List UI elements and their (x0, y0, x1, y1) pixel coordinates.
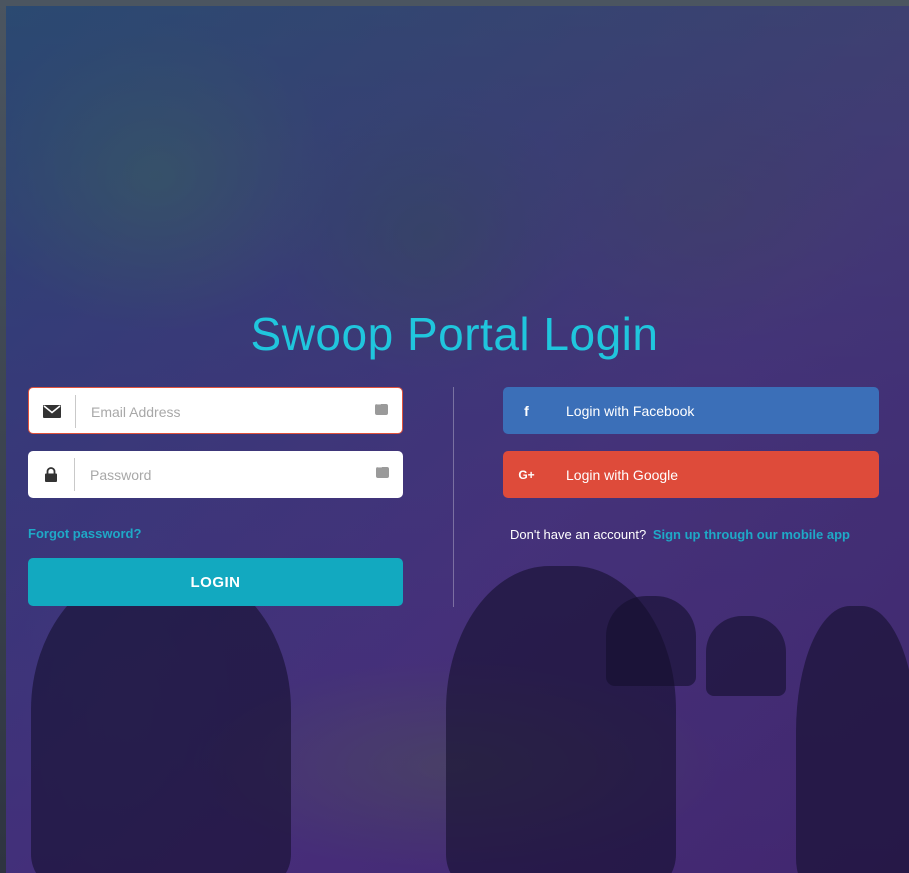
login-panel: Swoop Portal Login Forgot password? LOGI… (0, 0, 909, 873)
google-login-button[interactable]: G+ Login with Google (503, 451, 879, 498)
signup-prompt: Don't have an account? Sign up through o… (510, 527, 850, 542)
email-field[interactable] (28, 387, 403, 435)
envelope-icon (29, 395, 76, 428)
page-title: Swoop Portal Login (250, 307, 659, 360)
facebook-login-label: Login with Facebook (566, 402, 695, 419)
password-input[interactable] (88, 451, 362, 498)
facebook-icon: f (524, 402, 529, 419)
lock-icon (28, 458, 75, 491)
password-manager-icon[interactable] (376, 464, 389, 478)
password-field[interactable] (28, 451, 403, 498)
forgot-password-link[interactable]: Forgot password? (28, 526, 141, 541)
email-input[interactable] (89, 388, 363, 435)
facebook-login-button[interactable]: f Login with Facebook (503, 387, 879, 434)
password-manager-icon[interactable] (375, 401, 388, 415)
google-plus-icon: G+ (518, 467, 535, 482)
signup-link[interactable]: Sign up through our mobile app (653, 527, 850, 542)
divider (453, 387, 454, 607)
google-login-label: Login with Google (566, 466, 679, 483)
signup-prompt-text: Don't have an account? (510, 527, 647, 542)
login-button[interactable]: LOGIN (28, 558, 403, 606)
